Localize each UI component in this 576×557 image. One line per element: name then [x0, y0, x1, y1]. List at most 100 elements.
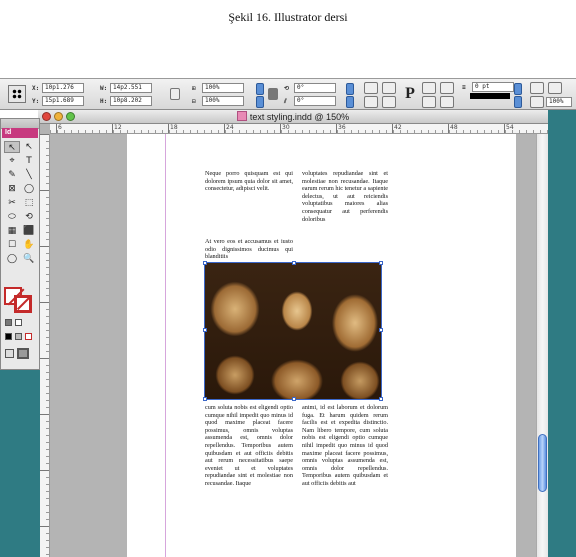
apply-color-icon[interactable] [5, 333, 12, 340]
selection-tool-icon[interactable]: ↖ [4, 141, 20, 153]
ruler-tick [46, 400, 49, 401]
rectangle-frame-tool-icon[interactable]: ⊠ [4, 183, 20, 195]
free-transform-tool-icon[interactable]: ⬚ [21, 197, 37, 209]
fill-stroke-swatch[interactable] [4, 287, 34, 313]
scale-y-field[interactable]: ⊟ 100% [192, 96, 244, 106]
flip-vertical-icon[interactable] [382, 96, 396, 108]
window-title: text styling.indd @ 150% [38, 111, 548, 122]
ruler-tick [46, 393, 49, 394]
ruler-tick [46, 519, 49, 520]
gradient-feather-tool-icon[interactable]: ⬛ [21, 225, 37, 237]
ellipse-tool-icon[interactable]: ◯ [21, 183, 37, 195]
flip-horizontal-icon[interactable] [364, 96, 378, 108]
ruler-minor-tick [372, 130, 373, 133]
ruler-major-tick [224, 124, 225, 133]
document-page[interactable]: Neque porro quisquam est qui dolorem ips… [127, 134, 516, 557]
resize-handle[interactable] [203, 261, 207, 265]
column-1-text-top-2[interactable]: At vero eos et accusamus et iusto odio d… [205, 238, 293, 261]
select-next-icon[interactable] [440, 96, 454, 108]
selected-image-frame[interactable] [203, 261, 383, 401]
ruler-tick [46, 288, 49, 289]
ruler-minor-tick [148, 130, 149, 133]
line-tool-icon[interactable]: ╲ [21, 169, 37, 181]
horizontal-ruler[interactable]: 6121824303642485460 [50, 124, 548, 134]
opacity-field[interactable]: 100% [546, 97, 572, 107]
resize-handle[interactable] [379, 397, 383, 401]
zoom-tool-icon[interactable]: 🔍 [21, 253, 37, 265]
apply-none-icon[interactable] [25, 333, 32, 340]
note-tool-icon[interactable]: ☐ [4, 239, 20, 251]
scale-x-dropdown-icon[interactable] [256, 83, 264, 95]
formatting-container-icon[interactable] [5, 319, 12, 326]
stroke-type-dropdown-icon[interactable] [514, 96, 522, 108]
ruler-tick [46, 155, 49, 156]
stroke-type-swatch[interactable] [470, 93, 510, 99]
rotation-dropdown-icon[interactable] [346, 83, 354, 95]
normal-view-icon[interactable] [5, 349, 14, 358]
ruler-tick [46, 197, 49, 198]
scrollbar-thumb[interactable] [538, 434, 547, 492]
ruler-number: 36 [338, 124, 346, 131]
scale-y-dropdown-icon[interactable] [256, 96, 264, 108]
hand-tool-icon[interactable]: ✋ [21, 239, 37, 251]
eyedropper-tool-icon[interactable]: ◯ [4, 253, 20, 265]
rotation-field[interactable]: ⟲ 0° [284, 83, 336, 93]
type-tool-icon[interactable]: T [21, 155, 37, 167]
gradient-tool-icon[interactable]: ▦ [4, 225, 20, 237]
resize-handle[interactable] [379, 261, 383, 265]
ruler-minor-tick [274, 130, 275, 133]
x-field[interactable]: X: 10p1.276 [32, 83, 84, 93]
column-1-text-top[interactable]: Neque porro quisquam est qui dolorem ips… [205, 170, 293, 193]
height-field[interactable]: H: 10p8.202 [100, 96, 152, 106]
pasteboard[interactable]: Neque porro quisquam est qui dolorem ips… [50, 134, 536, 557]
ruler-number: 18 [170, 124, 178, 131]
y-field[interactable]: Y: 15p1.689 [32, 96, 84, 106]
ruler-number: 24 [226, 124, 234, 131]
ruler-tick [46, 505, 49, 506]
rotate-tool-icon[interactable]: ⟲ [21, 211, 37, 223]
column-1-text-bottom[interactable]: cum soluta nobis est eligendi optio cumq… [205, 404, 293, 488]
ruler-major-tick [392, 124, 393, 133]
rotate-cw-icon[interactable] [364, 82, 378, 94]
select-previous-icon[interactable] [422, 96, 436, 108]
select-content-icon[interactable] [440, 82, 454, 94]
stroke-weight-field[interactable]: ≡ 0 pt [462, 82, 514, 92]
ruler-tick [46, 295, 49, 296]
scissors-tool-icon[interactable]: ✂ [4, 197, 20, 209]
preview-view-icon[interactable] [17, 348, 29, 359]
width-field[interactable]: W: 14p2.551 [100, 83, 152, 93]
direct-selection-tool-icon[interactable]: ↖ [21, 141, 37, 153]
pen-tool-icon[interactable]: ✎ [4, 169, 20, 181]
shear-dropdown-icon[interactable] [346, 96, 354, 108]
rotate-ccw-icon[interactable] [382, 82, 396, 94]
shear-field[interactable]: ⫽ 0° [284, 96, 336, 106]
fit-frame-icon[interactable] [548, 82, 562, 94]
resize-handle[interactable] [292, 261, 296, 265]
reference-point-p-icon[interactable]: P [402, 83, 418, 105]
stroke-weight-dropdown-icon[interactable] [514, 83, 522, 95]
formatting-text-icon[interactable] [15, 319, 22, 326]
opacity-icon[interactable] [530, 96, 544, 108]
resize-handle[interactable] [292, 397, 296, 401]
ruler-minor-tick [351, 130, 352, 133]
fill-icon[interactable] [530, 82, 544, 94]
position-tool-icon[interactable]: ⌖ [4, 155, 20, 167]
scale-x-field[interactable]: ⊞ 100% [192, 83, 244, 93]
stroke-swatch-icon[interactable] [14, 295, 32, 313]
ruler-minor-tick [358, 130, 359, 133]
vertical-scrollbar[interactable] [536, 134, 548, 557]
ruler-minor-tick [183, 130, 184, 133]
reference-point-icon[interactable] [8, 85, 26, 103]
resize-handle[interactable] [379, 328, 383, 332]
apply-gradient-icon[interactable] [15, 333, 22, 340]
resize-handle[interactable] [203, 328, 207, 332]
resize-handle[interactable] [203, 397, 207, 401]
ruler-tick [46, 169, 49, 170]
link-scale-icon[interactable] [268, 88, 278, 100]
column-2-text-top[interactable]: voluptates repudiandae sint et molestiae… [302, 170, 388, 223]
column-2-text-bottom[interactable]: animi, id est laborum et dolorum fuga. E… [302, 404, 388, 488]
ellipse-frame-tool-icon[interactable]: ⬭ [4, 211, 20, 223]
constrain-proportions-icon[interactable] [170, 88, 180, 100]
select-container-icon[interactable] [422, 82, 436, 94]
ruler-minor-tick [330, 130, 331, 133]
